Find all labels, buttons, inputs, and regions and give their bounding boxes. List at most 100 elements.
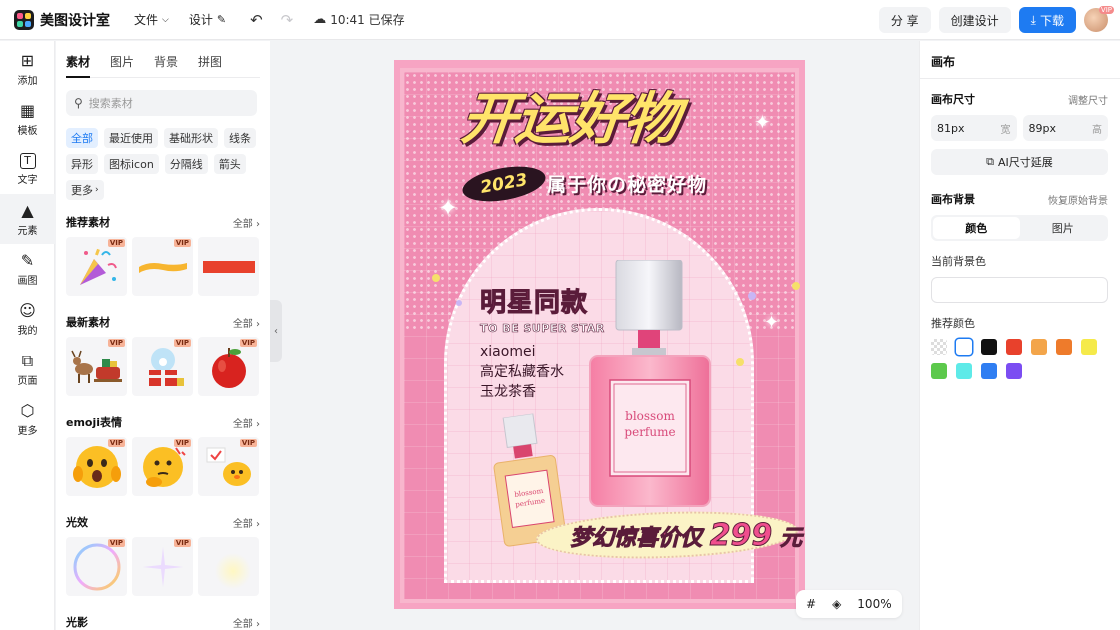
material-thumb[interactable]: VIP — [198, 437, 259, 496]
poster-subline[interactable]: 属于你の秘密好物 — [547, 170, 707, 197]
layers-icon[interactable]: ◈ — [832, 597, 841, 611]
rail-item-text[interactable]: T 文字 — [0, 144, 55, 194]
price-text[interactable]: 梦幻惊喜价仅 299 元 — [569, 518, 802, 554]
tab-background[interactable]: 背景 — [154, 53, 178, 78]
draw-icon: ✎ — [20, 250, 35, 270]
search-input[interactable]: ⚲ 搜索素材 — [66, 90, 257, 116]
chip-irregular[interactable]: 异形 — [66, 154, 98, 174]
swatch-green[interactable] — [931, 363, 947, 379]
swatch-purple[interactable] — [1006, 363, 1022, 379]
poster-tag[interactable]: 明星同款 — [479, 282, 588, 319]
panel-collapse-handle[interactable]: ‹ — [270, 300, 282, 362]
swatch-blue[interactable] — [981, 363, 997, 379]
chip-more[interactable]: 更多 › — [66, 180, 104, 200]
download-button[interactable]: ⤓ 下载 — [1018, 7, 1076, 33]
section-title: emoji表情 — [66, 416, 123, 429]
chip-recent[interactable]: 最近使用 — [104, 128, 158, 148]
section-title: 光效 — [66, 516, 88, 529]
canvas-bg-row: 画布背景 恢复原始背景 — [920, 191, 1120, 207]
ai-resize-button[interactable]: ⧉ AI尺寸延展 — [931, 149, 1108, 175]
poster-canvas[interactable]: 开运好物 2023 属于你の秘密好物 ✦ ✦ ✦ 明星同款 TO BE SUPE… — [394, 60, 805, 609]
tab-material[interactable]: 素材 — [66, 53, 91, 78]
top-bar: 美图设计室 文件 ⌵ 设计 ✎ ↶ ↷ ☁ 10:41 已保存 分 享 创建设计… — [0, 0, 1120, 40]
copy-line: 高定私藏香水 — [480, 364, 564, 380]
material-thumb[interactable]: VIP — [132, 337, 193, 396]
rail-item-elements[interactable]: ▲ 元素 — [0, 194, 55, 244]
material-thumb[interactable]: VIP — [66, 437, 127, 496]
undo-icon[interactable]: ↶ — [250, 11, 263, 29]
create-design-button[interactable]: 创建设计 — [938, 7, 1011, 33]
redo-icon[interactable]: ↷ — [281, 11, 294, 29]
properties-panel: 画布 画布尺寸 调整尺寸 81px 宽 89px 高 ⧉ AI尺寸延展 画布背景… — [919, 41, 1120, 630]
poster-copy[interactable]: xiaomei 高定私藏香水 玉龙茶香 — [480, 342, 564, 402]
swatch-black[interactable] — [981, 339, 997, 355]
rail-item-mine[interactable]: ☺ 我的 — [0, 294, 55, 344]
material-thumb[interactable]: VIP — [66, 537, 127, 596]
search-icon: ⚲ — [74, 96, 83, 110]
chip-dividers[interactable]: 分隔线 — [164, 154, 208, 174]
section-all-link[interactable]: 全部 › — [233, 215, 260, 230]
tab-images[interactable]: 图片 — [110, 53, 134, 78]
tab-collage[interactable]: 拼图 — [198, 53, 222, 78]
swatch-orange[interactable] — [1056, 339, 1072, 355]
swatch-white[interactable] — [956, 339, 972, 355]
design-menu-label: 设计 — [188, 13, 213, 27]
restore-bg-link[interactable]: 恢复原始背景 — [1048, 192, 1108, 207]
material-thumb[interactable]: VIP — [132, 237, 193, 296]
chip-basic-shapes[interactable]: 基础形状 — [164, 128, 218, 148]
width-field[interactable]: 81px 宽 — [931, 115, 1017, 141]
grid-icon[interactable]: # — [806, 597, 816, 611]
poster-headline[interactable]: 开运好物 — [458, 74, 683, 155]
perfume-bottle-large[interactable]: blossom perfume — [584, 260, 716, 508]
height-field[interactable]: 89px 高 — [1022, 115, 1108, 141]
swatch-cyan[interactable] — [956, 363, 972, 379]
section-all-link[interactable]: 全部 › — [233, 415, 260, 430]
material-thumb[interactable]: VIP — [132, 537, 193, 596]
download-label: 下载 — [1039, 13, 1064, 28]
file-menu[interactable]: 文件 ⌵ — [134, 11, 169, 28]
rail-item-more[interactable]: ⬡ 更多 — [0, 394, 55, 444]
rail-item-draw[interactable]: ✎ 画图 — [0, 244, 55, 294]
swatch-light-orange[interactable] — [1031, 339, 1047, 355]
height-unit: 高 — [1092, 124, 1102, 136]
section-emoji: emoji表情 全部 › VIP VIP VIP — [56, 412, 270, 496]
current-bg-color[interactable] — [931, 277, 1108, 303]
rail-item-add[interactable]: ⊞ 添加 — [0, 44, 55, 94]
rail-item-pages[interactable]: ⧉ 页面 — [0, 344, 55, 394]
material-thumb[interactable]: VIP — [198, 337, 259, 396]
swatch-red[interactable] — [1006, 339, 1022, 355]
user-avatar[interactable]: VIP — [1084, 6, 1114, 32]
price-value: 299 — [709, 518, 773, 554]
vip-badge: VIP — [239, 339, 257, 347]
material-thumb[interactable]: VIP — [132, 437, 193, 496]
chip-lines[interactable]: 线条 — [224, 128, 256, 148]
sparkle-icon: ✦ — [754, 110, 771, 134]
material-thumb[interactable] — [198, 237, 259, 296]
chip-icons[interactable]: 图标icon — [104, 154, 159, 174]
plus-square-icon: ⊞ — [20, 50, 35, 70]
swatch-transparent[interactable] — [931, 339, 947, 355]
zoom-level[interactable]: 100% — [857, 597, 891, 611]
bg-type-toggle: 颜色 图片 — [931, 215, 1108, 241]
copy-line: xiaomei — [480, 344, 536, 360]
share-button[interactable]: 分 享 — [878, 7, 931, 33]
design-menu[interactable]: 设计 ✎ — [189, 11, 226, 28]
bg-type-image[interactable]: 图片 — [1020, 217, 1107, 239]
adjust-size-link[interactable]: 调整尺寸 — [1068, 92, 1108, 107]
app-logo[interactable]: 美图设计室 — [14, 9, 110, 30]
material-panel: 素材 图片 背景 拼图 ⚲ 搜索素材 全部 最近使用 基础形状 线条 异形 图标… — [56, 41, 270, 630]
section-all-link[interactable]: 全部 › — [233, 515, 260, 530]
canvas-size-label: 画布尺寸 — [931, 93, 975, 106]
chip-arrows[interactable]: 箭头 — [213, 154, 246, 174]
material-thumb[interactable] — [198, 537, 259, 596]
material-thumb[interactable]: VIP — [66, 337, 127, 396]
section-all-link[interactable]: 全部 › — [233, 315, 260, 330]
rail-item-template[interactable]: ▦ 模板 — [0, 94, 55, 144]
rail-item-label: 元素 — [17, 225, 38, 237]
section-all-link[interactable]: 全部 › — [233, 615, 260, 630]
material-thumb[interactable]: VIP — [66, 237, 127, 296]
chip-all[interactable]: 全部 — [66, 128, 98, 148]
bg-type-color[interactable]: 颜色 — [933, 217, 1020, 239]
swatch-yellow[interactable] — [1081, 339, 1097, 355]
rail-item-label: 添加 — [17, 75, 38, 87]
